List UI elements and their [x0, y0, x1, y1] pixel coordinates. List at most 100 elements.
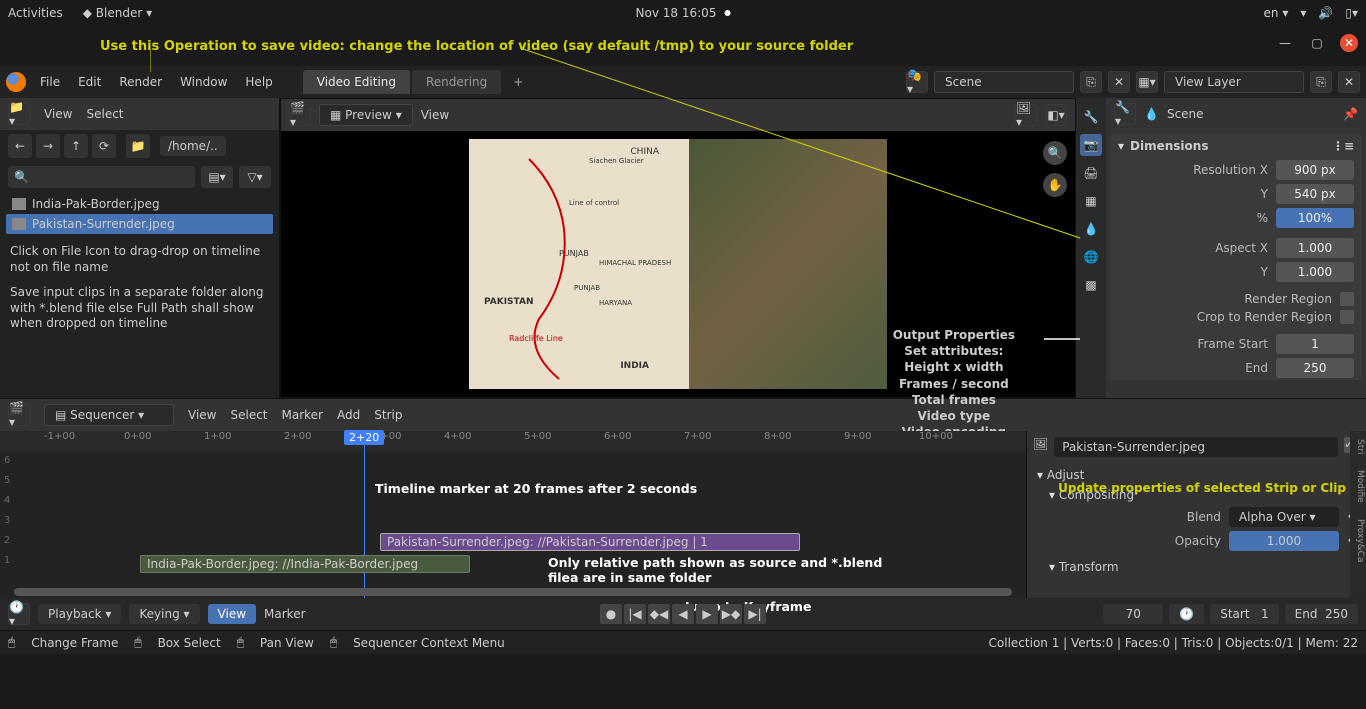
keying-dropdown[interactable]: Keying ▾ [129, 604, 199, 624]
filter-icon[interactable]: ▽▾ [239, 166, 271, 188]
viewlayer-field[interactable]: View Layer [1164, 71, 1304, 93]
battery-icon[interactable]: ▯▾ [1345, 6, 1358, 20]
sidetab-proxy[interactable]: Proxy&Ca [1350, 511, 1366, 570]
strip-selected[interactable]: Pakistan-Surrender.jpeg: //Pakistan-Surr… [380, 533, 800, 551]
autokey-icon[interactable]: ● [600, 604, 622, 624]
wifi-icon[interactable]: ▾ [1300, 6, 1306, 20]
filepanel-select-menu[interactable]: Select [86, 107, 123, 121]
play-icon[interactable]: ▶ [696, 604, 718, 624]
timeline-scrollbar[interactable] [14, 588, 1012, 596]
pan-icon[interactable]: ✋ [1043, 173, 1067, 197]
seq-add-menu[interactable]: Add [337, 408, 360, 422]
keyframe-next-icon[interactable]: ▶◆ [720, 604, 742, 624]
activities-button[interactable]: Activities [8, 6, 63, 20]
playback-dropdown[interactable]: Playback ▾ [38, 604, 121, 624]
nav-fwd-icon[interactable]: → [36, 134, 60, 158]
render-region-check[interactable] [1340, 292, 1354, 306]
overlay-icon[interactable]: 🖼▾ [1015, 104, 1037, 126]
lang-indicator[interactable]: en ▾ [1264, 6, 1289, 20]
proptab-viewlayer-icon[interactable]: ▦ [1080, 190, 1102, 212]
file-item[interactable]: India-Pak-Border.jpeg [6, 194, 273, 214]
aspect-x-field[interactable]: 1.000 [1276, 238, 1354, 258]
proptab-texture-icon[interactable]: ▩ [1080, 274, 1102, 296]
clock-icon[interactable]: 🕐 [1169, 604, 1204, 624]
transform-header[interactable]: ▾ Transform [1031, 557, 1362, 577]
display-mode-icon[interactable]: ▤▾ [201, 166, 233, 188]
transport-view-btn[interactable]: View [208, 604, 256, 624]
proptab-tool-icon[interactable]: 🔧 [1080, 106, 1102, 128]
keyframe-prev-icon[interactable]: ◆◀ [648, 604, 670, 624]
jump-start-icon[interactable]: |◀ [624, 604, 646, 624]
blend-dropdown[interactable]: Alpha Over ▾ [1229, 507, 1339, 527]
dimensions-header[interactable]: ▾ Dimensions⋮≡ [1110, 134, 1362, 158]
seq-marker-menu[interactable]: Marker [282, 408, 323, 422]
menu-help[interactable]: Help [245, 75, 272, 89]
blender-logo-icon[interactable] [6, 72, 26, 92]
editor-type-icon[interactable]: 📁▾ [8, 103, 30, 125]
clock[interactable]: Nov 18 16:05 [636, 6, 717, 20]
nav-newdir-icon[interactable]: 📁 [126, 134, 150, 158]
jump-end-icon[interactable]: ▶| [744, 604, 766, 624]
proptab-world-icon[interactable]: 🌐 [1080, 246, 1102, 268]
nav-refresh-icon[interactable]: ⟳ [92, 134, 116, 158]
timeline-ruler[interactable]: -1+00 0+00 1+00 2+00 3+00 4+00 5+00 6+00… [0, 431, 1026, 451]
tab-add[interactable]: + [503, 70, 533, 94]
delete-scene-icon[interactable]: ✕ [1108, 71, 1130, 93]
preview-mode-dropdown[interactable]: ▦ Preview ▾ [319, 104, 413, 126]
menu-render[interactable]: Render [119, 75, 162, 89]
sidetab-strip[interactable]: Stri [1350, 431, 1366, 462]
sequencer-mode[interactable]: ▤ Sequencer ▾ [44, 404, 174, 426]
scene-name-field[interactable]: Scene [934, 71, 1074, 93]
tab-rendering[interactable]: Rendering [412, 70, 501, 94]
delete-viewlayer-icon[interactable]: ✕ [1338, 71, 1360, 93]
sidetab-modifier[interactable]: Modifie [1350, 462, 1366, 511]
res-y-field[interactable]: 540 px [1276, 184, 1354, 204]
zoom-icon[interactable]: 🔍 [1043, 141, 1067, 165]
end-frame-field[interactable]: End 250 [1285, 604, 1358, 624]
editor-type-timeline-icon[interactable]: 🕐▾ [8, 603, 30, 625]
maximize-button[interactable]: ▢ [1308, 34, 1326, 52]
path-field[interactable]: /home/.. [160, 136, 226, 156]
new-scene-icon[interactable]: ⎘ [1080, 71, 1102, 93]
play-rev-icon[interactable]: ◀ [672, 604, 694, 624]
opacity-field[interactable]: 1.000 [1229, 531, 1339, 551]
nav-up-icon[interactable]: ↑ [64, 134, 88, 158]
seq-view-menu[interactable]: View [188, 408, 216, 422]
current-frame-field[interactable]: 70 [1103, 604, 1163, 624]
volume-icon[interactable]: 🔊 [1318, 6, 1333, 20]
editor-type-props-icon[interactable]: 🔧▾ [1114, 103, 1136, 125]
frame-start-field[interactable]: 1 [1276, 334, 1354, 354]
browse-viewlayer-icon[interactable]: ▦▾ [1136, 71, 1158, 93]
res-pct-field[interactable]: 100% [1276, 208, 1354, 228]
seq-strip-menu[interactable]: Strip [374, 408, 402, 422]
pin-icon[interactable]: 📌 [1343, 107, 1358, 121]
menu-edit[interactable]: Edit [78, 75, 101, 89]
preview-view-menu[interactable]: View [421, 108, 449, 122]
crop-region-check[interactable] [1340, 310, 1354, 324]
menu-window[interactable]: Window [180, 75, 227, 89]
browse-scene-icon[interactable]: 🎭▾ [906, 71, 928, 93]
search-input[interactable]: 🔍 [8, 166, 195, 188]
aspect-y-field[interactable]: 1.000 [1276, 262, 1354, 282]
proptab-output-icon[interactable]: 🖨 [1080, 162, 1102, 184]
strip-unselected[interactable]: India-Pak-Border.jpeg: //India-Pak-Borde… [140, 555, 470, 573]
nav-back-icon[interactable]: ← [8, 134, 32, 158]
seq-select-menu[interactable]: Select [230, 408, 267, 422]
gizmo-icon[interactable]: ◧▾ [1045, 104, 1067, 126]
start-frame-field[interactable]: Start 1 [1210, 604, 1278, 624]
menu-file[interactable]: File [40, 75, 60, 89]
filepanel-view-menu[interactable]: View [44, 107, 72, 121]
frame-end-field[interactable]: 250 [1276, 358, 1354, 378]
close-button[interactable]: ✕ [1340, 34, 1358, 52]
proptab-scene-icon[interactable]: 💧 [1080, 218, 1102, 240]
transport-marker-menu[interactable]: Marker [264, 607, 305, 621]
tab-video-editing[interactable]: Video Editing [303, 70, 410, 94]
app-menu[interactable]: ◆ Blender ▾ [83, 6, 152, 20]
editor-type-seq-icon[interactable]: 🎬▾ [289, 104, 311, 126]
proptab-render-icon[interactable]: 📷 [1080, 134, 1102, 156]
new-viewlayer-icon[interactable]: ⎘ [1310, 71, 1332, 93]
minimize-button[interactable]: — [1276, 34, 1294, 52]
editor-type-seq2-icon[interactable]: 🎬▾ [8, 404, 30, 426]
file-item-selected[interactable]: Pakistan-Surrender.jpeg [6, 214, 273, 234]
res-x-field[interactable]: 900 px [1276, 160, 1354, 180]
